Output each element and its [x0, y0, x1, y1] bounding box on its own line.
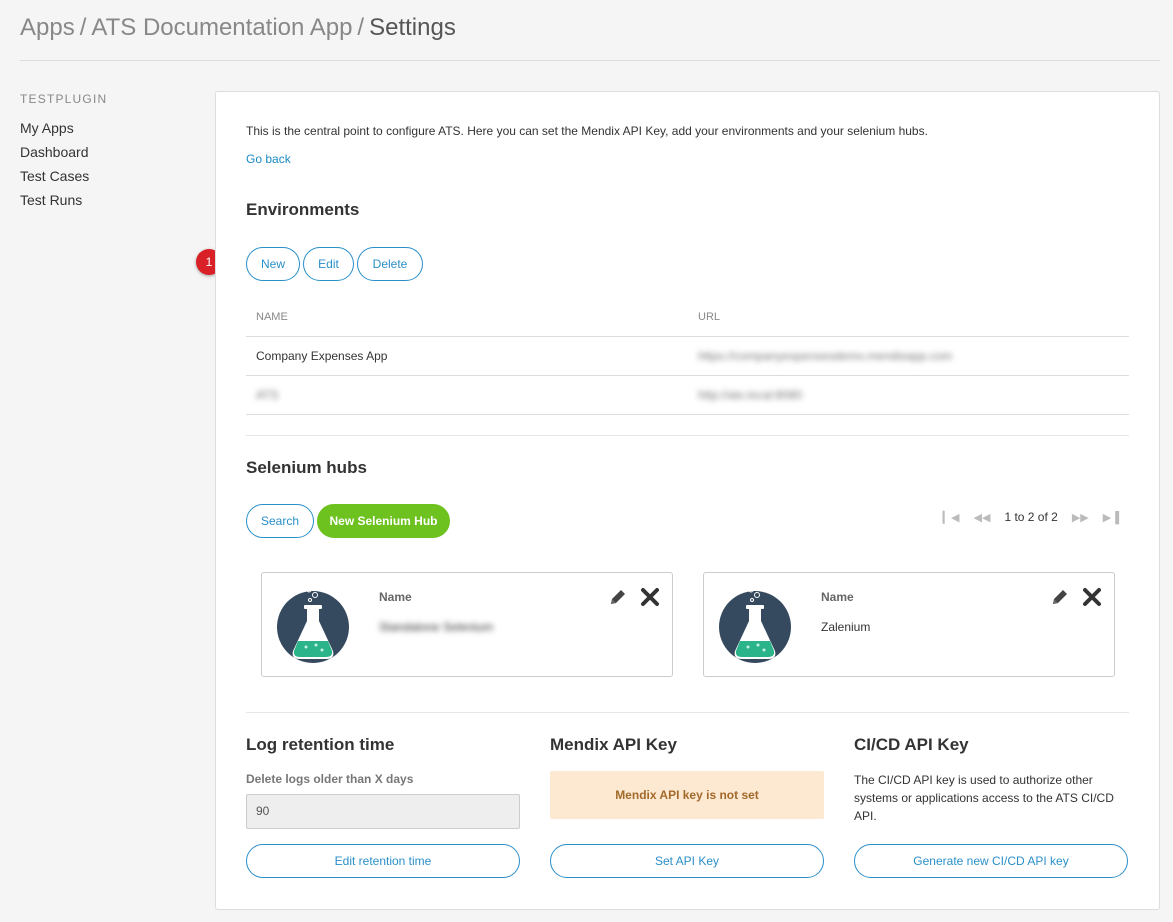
environment-name: Company Expenses App: [256, 349, 388, 363]
pagination-status: 1 to 2 of 2: [1004, 510, 1058, 524]
table-row[interactable]: ATS http://ats.local:8080: [246, 376, 1129, 415]
set-api-key-button[interactable]: Set API Key: [550, 844, 824, 878]
intro-text: This is the central point to configure A…: [246, 124, 928, 138]
sidebar-item-test-runs[interactable]: Test Runs: [20, 188, 200, 212]
api-key-warning: Mendix API key is not set: [550, 771, 824, 819]
environment-name: ATS: [256, 388, 279, 402]
sidebar-heading: TESTPLUGIN: [20, 92, 108, 106]
flask-icon: [719, 587, 791, 663]
selenium-hub-card[interactable]: Name Zalenium: [703, 572, 1115, 677]
retention-days-input[interactable]: 90: [246, 794, 520, 829]
column-header-url[interactable]: URL: [698, 298, 720, 337]
close-icon[interactable]: [640, 587, 660, 607]
hub-name-label: Name: [821, 590, 854, 604]
breadcrumb-separator: /: [79, 14, 87, 41]
environments-title: Environments: [246, 200, 360, 219]
mendix-api-key-title: Mendix API Key: [550, 735, 677, 754]
breadcrumb-app[interactable]: ATS Documentation App: [91, 14, 352, 41]
last-page-icon[interactable]: ▶▐: [1103, 511, 1119, 524]
close-icon[interactable]: [1082, 587, 1102, 607]
delete-environment-button[interactable]: Delete: [357, 247, 423, 281]
header-divider: [20, 60, 1160, 61]
go-back-link[interactable]: Go back: [246, 152, 291, 166]
pagination: ▎◀ ◀◀ 1 to 2 of 2 ▶▶ ▶▐: [943, 510, 1119, 524]
generate-cicd-key-button[interactable]: Generate new CI/CD API key: [854, 844, 1128, 878]
hub-name-label: Name: [379, 590, 412, 604]
environments-table: NAME URL Company Expenses App https://co…: [246, 298, 1129, 415]
search-button[interactable]: Search: [246, 504, 314, 538]
sidebar-item-test-cases[interactable]: Test Cases: [20, 164, 200, 188]
environment-url: https://companyexpensesdemo.mendixapp.co…: [698, 349, 953, 363]
log-retention-title: Log retention time: [246, 735, 395, 754]
sidebar-item-my-apps[interactable]: My Apps: [20, 116, 200, 140]
sidebar-item-dashboard[interactable]: Dashboard: [20, 140, 200, 164]
pencil-icon[interactable]: [1050, 587, 1070, 607]
next-page-icon[interactable]: ▶▶: [1072, 511, 1089, 524]
breadcrumb: Apps / ATS Documentation App / Settings: [20, 14, 456, 42]
edit-retention-button[interactable]: Edit retention time: [246, 844, 520, 878]
settings-panel: This is the central point to configure A…: [215, 91, 1160, 910]
first-page-icon[interactable]: ▎◀: [943, 511, 960, 524]
sidebar: TESTPLUGIN My Apps Dashboard Test Cases …: [20, 92, 200, 212]
cicd-description: The CI/CD API key is used to authorize o…: [854, 773, 1114, 823]
flask-icon: [277, 587, 349, 663]
table-header: NAME URL: [246, 298, 1129, 337]
environment-url: http://ats.local:8080: [698, 388, 803, 402]
selenium-hubs-title: Selenium hubs: [246, 458, 367, 477]
retention-field-label: Delete logs older than X days: [246, 772, 414, 786]
edit-environment-button[interactable]: Edit: [303, 247, 354, 281]
hub-name-value: Standalone Selenium: [379, 620, 494, 634]
hub-name-value: Zalenium: [821, 620, 871, 634]
section-divider: [246, 435, 1129, 436]
previous-page-icon[interactable]: ◀◀: [974, 511, 991, 524]
table-row[interactable]: Company Expenses App https://companyexpe…: [246, 337, 1129, 376]
new-environment-button[interactable]: New: [246, 247, 300, 281]
cicd-api-key-title: CI/CD API Key: [854, 735, 969, 754]
breadcrumb-current: Settings: [369, 14, 456, 41]
new-selenium-hub-button[interactable]: New Selenium Hub: [317, 504, 450, 538]
pencil-icon[interactable]: [608, 587, 628, 607]
breadcrumb-separator: /: [357, 14, 365, 41]
section-divider: [246, 712, 1129, 713]
selenium-hub-card[interactable]: Name Standalone Selenium: [261, 572, 673, 677]
breadcrumb-apps[interactable]: Apps: [20, 14, 75, 41]
column-header-name[interactable]: NAME: [256, 298, 288, 337]
